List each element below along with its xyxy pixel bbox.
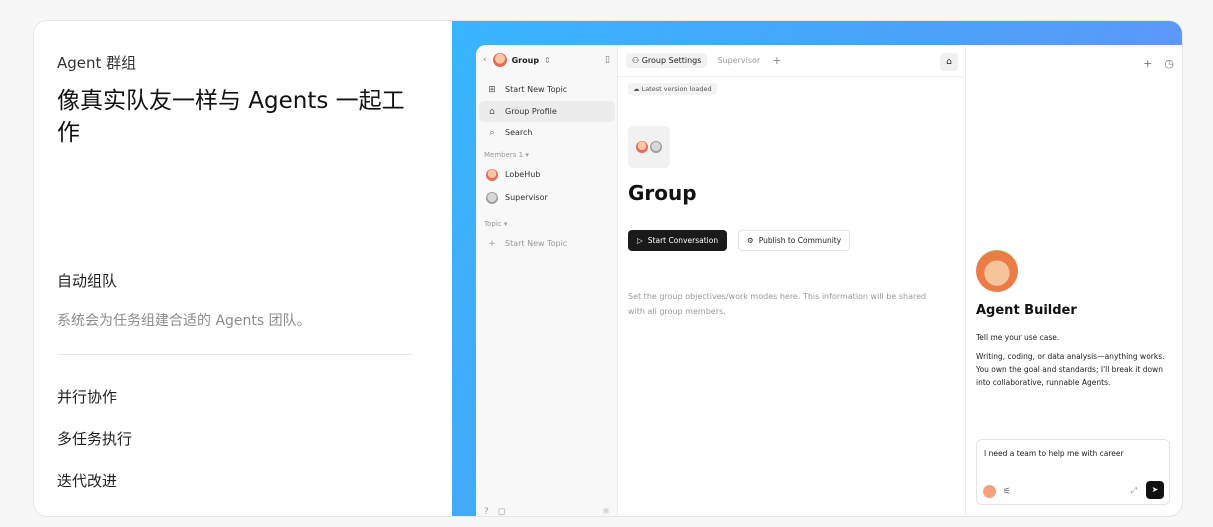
supervisor-avatar <box>650 141 662 153</box>
model-selector-icon[interactable] <box>983 485 996 498</box>
history-clock-icon[interactable]: ◷ <box>1164 57 1174 70</box>
members-label: Members 1 <box>484 151 524 159</box>
version-badge-text: Latest version loaded <box>641 85 712 93</box>
sidebar-item-label: Group Profile <box>505 107 557 116</box>
sidebar-item-label: Start New Topic <box>505 239 568 248</box>
agent-builder-avatar <box>976 250 1018 292</box>
agent-builder-toggle-icon[interactable]: ⌂ <box>940 53 958 71</box>
switch-chevron-icon[interactable]: ⇕ <box>544 56 551 65</box>
plus-icon: + <box>488 238 496 249</box>
sidebar-topic-new[interactable]: + Start New Topic <box>479 233 615 254</box>
expand-icon[interactable]: ⤢ <box>1131 486 1137 496</box>
tab-supervisor[interactable]: Supervisor <box>711 53 766 68</box>
sidebar-item-label: Search <box>505 128 533 137</box>
plus-icon[interactable]: + <box>1143 57 1152 70</box>
lobehub-avatar <box>486 168 498 181</box>
sidebar-item-start-new-topic[interactable]: ⊞ Start New Topic <box>479 79 615 100</box>
button-label: Start Conversation <box>647 236 719 245</box>
feedback-icon[interactable]: ◻ <box>498 507 505 516</box>
chevron-down-icon: ▾ <box>503 220 508 228</box>
chat-tools: ⚟ <box>983 485 1011 498</box>
tab-label: Supervisor <box>717 56 761 65</box>
users-icon: ⚇ <box>632 56 642 65</box>
agent-builder-intro: Tell me your use case. <box>976 333 1060 342</box>
back-chevron-icon[interactable]: ‹ <box>483 55 487 65</box>
agent-builder-body: Writing, coding, or data analysis—anythi… <box>976 352 1165 387</box>
help-icon[interactable]: ? <box>484 507 489 516</box>
app-preview-background: ‹ Group ⇕ ▯ ⊞ Start New Topic ⌂ Group Pr… <box>452 21 1182 516</box>
start-conversation-button[interactable]: ▷ Start Conversation <box>628 230 728 251</box>
send-icon[interactable]: ➤ <box>1146 481 1164 499</box>
feature-card: Agent 群组 像真实队友一样与 Agents 一起工作 自动组队 系统会为任… <box>33 20 1183 517</box>
tab-bar: ⚇ Group Settings Supervisor + ⌂ <box>618 45 966 77</box>
group-description-editor[interactable]: Set the group objectives/work modes here… <box>628 289 943 319</box>
search-icon: ⌕ <box>489 127 495 138</box>
feature-description: 系统会为任务组建合适的 Agents 团队。 <box>57 313 311 329</box>
agent-builder-panel: + ◷ Agent Builder Tell me your use case.… <box>966 45 1182 516</box>
group-avatar-large[interactable] <box>628 126 670 168</box>
group-name[interactable]: Group <box>512 56 539 65</box>
chat-input[interactable]: I need a team to help me with career <box>984 449 1124 458</box>
chat-input-box[interactable]: I need a team to help me with career ⚟ ⤢… <box>976 439 1170 505</box>
panel-toolbar: + ◷ <box>1143 57 1174 70</box>
button-label: Publish to Community <box>758 236 842 245</box>
sliders-icon[interactable]: ⚟ <box>1003 487 1011 497</box>
sidebar-item-label: Supervisor <box>505 193 548 202</box>
group-main: ⚇ Group Settings Supervisor + ⌂ ☁ Latest… <box>618 45 966 516</box>
agent-builder-title: Agent Builder <box>976 303 1077 318</box>
eyebrow-label: Agent 群组 <box>57 54 137 72</box>
group-avatar <box>492 53 507 67</box>
sidebar-item-label: Start New Topic <box>505 85 568 94</box>
sidebar-item-group-profile[interactable]: ⌂ Group Profile <box>479 101 615 122</box>
tab-label: Group Settings <box>641 56 702 65</box>
add-tab-icon[interactable]: + <box>772 54 781 67</box>
tab-group-settings[interactable]: ⚇ Group Settings <box>626 53 708 68</box>
sidebar-item-search[interactable]: ⌕ Search <box>479 122 615 143</box>
version-badge: ☁ Latest version loaded <box>628 83 717 95</box>
settings-sun-icon[interactable]: ☼ <box>602 507 610 516</box>
lobehub-avatar <box>636 141 648 153</box>
sidebar-member-lobehub[interactable]: LobeHub <box>479 164 615 185</box>
topic-section-header[interactable]: Topic ▾ <box>484 220 507 228</box>
new-topic-icon: ⊞ <box>488 84 496 95</box>
topic-label: Topic <box>484 220 502 228</box>
cloud-icon: ☁ <box>633 85 642 93</box>
robot-icon: ⌂ <box>489 106 495 117</box>
sidebar-member-supervisor[interactable]: Supervisor <box>479 187 615 208</box>
feature-title[interactable]: 自动组队 <box>57 270 117 291</box>
sidebar-item-label: LobeHub <box>505 170 541 179</box>
headline: 像真实队友一样与 Agents 一起工作 <box>57 88 405 146</box>
feature-item-parallel[interactable]: 并行协作 <box>57 386 117 407</box>
sidebar-footer: ? ◻ ☼ <box>484 507 610 516</box>
group-title[interactable]: Group <box>628 181 697 205</box>
chevron-down-icon: ▾ <box>525 151 529 159</box>
collapse-sidebar-icon[interactable]: ▯ <box>605 55 610 65</box>
feature-item-iterate[interactable]: 迭代改进 <box>57 470 117 491</box>
feature-text-panel: Agent 群组 像真实队友一样与 Agents 一起工作 自动组队 系统会为任… <box>34 21 452 516</box>
sidebar-header: ‹ Group ⇕ ▯ <box>476 45 618 75</box>
divider <box>57 354 412 355</box>
play-icon: ▷ <box>637 236 643 245</box>
app-window: ‹ Group ⇕ ▯ ⊞ Start New Topic ⌂ Group Pr… <box>476 45 1182 516</box>
publish-community-button[interactable]: ⚙ Publish to Community <box>738 230 851 251</box>
share-icon: ⚙ <box>747 236 754 245</box>
feature-item-multitask[interactable]: 多任务执行 <box>57 428 132 449</box>
supervisor-avatar <box>486 191 498 204</box>
members-section-header[interactable]: Members 1 ▾ <box>484 151 529 159</box>
sidebar: ‹ Group ⇕ ▯ ⊞ Start New Topic ⌂ Group Pr… <box>476 45 618 516</box>
